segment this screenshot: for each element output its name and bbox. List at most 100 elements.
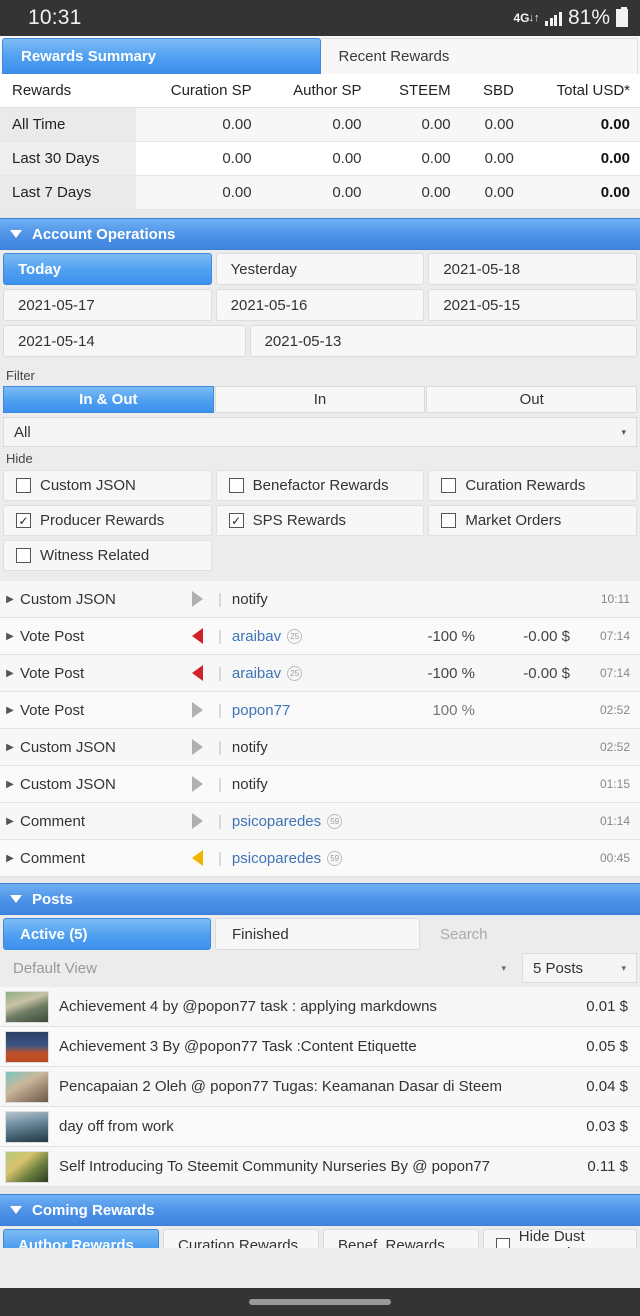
operation-type: Vote Post bbox=[20, 627, 85, 645]
posts-tab-active[interactable]: Active (5) bbox=[3, 918, 211, 950]
operation-row[interactable]: ▶ Custom JSON | notify 02:52 bbox=[0, 729, 640, 766]
hide-option-market-orders[interactable]: Market Orders bbox=[428, 505, 638, 536]
filter-segment-in-and-out[interactable]: In & Out bbox=[3, 386, 214, 413]
operation-row[interactable]: ▶ Custom JSON | notify 10:11 bbox=[0, 581, 640, 618]
post-row[interactable]: Pencapaian 2 Oleh @ popon77 Tugas: Keama… bbox=[0, 1067, 640, 1107]
date-chip-2021-05-15[interactable]: 2021-05-15 bbox=[428, 289, 638, 321]
filter-type-select[interactable]: All ▾ bbox=[3, 417, 637, 447]
coming-rewards-hide-dust-checkbox[interactable]: Hide Dust Rewards bbox=[483, 1228, 637, 1248]
reputation-badge: 59 bbox=[327, 813, 343, 829]
chevron-down-icon: ▾ bbox=[621, 962, 626, 973]
post-title: day off from work bbox=[59, 1118, 174, 1135]
operation-target[interactable]: notify bbox=[232, 739, 385, 756]
operation-target[interactable]: popon77 bbox=[232, 702, 385, 719]
expand-caret-icon[interactable]: ▶ bbox=[0, 668, 20, 679]
post-value: 0.11 $ bbox=[587, 1158, 628, 1175]
coming-rewards-chip-author[interactable]: Author Rewards bbox=[3, 1229, 159, 1248]
expand-caret-icon[interactable]: ▶ bbox=[0, 705, 20, 716]
post-row[interactable]: Achievement 4 by @popon77 task : applyin… bbox=[0, 987, 640, 1027]
operation-target-link[interactable]: psicoparedes bbox=[232, 813, 321, 830]
expand-caret-icon[interactable]: ▶ bbox=[0, 742, 20, 753]
expand-caret-icon[interactable]: ▶ bbox=[0, 779, 20, 790]
coming-rewards-chip-curation[interactable]: Curation Rewards bbox=[163, 1229, 319, 1248]
operation-time: 01:14 bbox=[599, 814, 630, 828]
operation-row[interactable]: ▶ Vote Post | araibav 25 -100 % -0.00 $ … bbox=[0, 655, 640, 692]
tab-recent-rewards[interactable]: Recent Rewards bbox=[320, 38, 638, 74]
operation-target[interactable]: notify bbox=[232, 591, 385, 608]
hide-options-row: Custom JSON Benefactor Rewards Curation … bbox=[3, 470, 638, 501]
tab-rewards-summary[interactable]: Rewards Summary bbox=[2, 38, 321, 74]
signal-strength-icon bbox=[545, 11, 562, 26]
cell-steem: 0.00 bbox=[371, 175, 461, 210]
operation-target-link[interactable]: popon77 bbox=[232, 702, 290, 719]
filter-segment-out[interactable]: Out bbox=[426, 386, 638, 413]
operation-type: Vote Post bbox=[20, 701, 85, 719]
col-header-curation-sp: Curation SP bbox=[136, 74, 262, 108]
date-chip-label: 2021-05-16 bbox=[230, 296, 308, 314]
expand-caret-icon[interactable]: ▶ bbox=[0, 594, 20, 605]
cell-curation-sp: 0.00 bbox=[136, 175, 262, 210]
operation-time: 07:14 bbox=[599, 666, 630, 680]
battery-icon bbox=[616, 7, 628, 27]
operation-target[interactable]: notify bbox=[232, 776, 385, 793]
operation-type: Custom JSON bbox=[20, 590, 116, 608]
post-row[interactable]: day off from work 0.03 $ bbox=[0, 1107, 640, 1147]
date-chip-2021-05-16[interactable]: 2021-05-16 bbox=[215, 289, 425, 321]
operation-target-label: notify bbox=[231, 775, 268, 793]
tab-recent-rewards-label: Recent Rewards bbox=[338, 48, 450, 65]
coming-rewards-title: Coming Rewards bbox=[32, 1201, 155, 1219]
date-chip-label: 2021-05-18 bbox=[443, 260, 521, 278]
hide-option-witness-related[interactable]: Witness Related bbox=[3, 540, 212, 571]
operation-target-link[interactable]: araibav bbox=[232, 628, 281, 645]
expand-caret-icon[interactable]: ▶ bbox=[0, 853, 20, 864]
operation-target[interactable]: araibav 25 bbox=[232, 628, 385, 645]
table-row: Last 30 Days 0.00 0.00 0.00 0.00 0.00 bbox=[0, 141, 640, 176]
hide-option-producer-rewards[interactable]: ✓ Producer Rewards bbox=[3, 505, 212, 536]
direction-neutral-icon bbox=[180, 702, 214, 718]
coming-rewards-chip-benef[interactable]: Benef. Rewards bbox=[323, 1229, 479, 1248]
hide-option-curation-rewards[interactable]: Curation Rewards bbox=[428, 470, 638, 501]
post-row[interactable]: Achievement 3 By @popon77 Task :Content … bbox=[0, 1027, 640, 1067]
cell-curation-sp: 0.00 bbox=[136, 141, 262, 176]
operation-target[interactable]: psicoparedes 59 bbox=[232, 850, 385, 867]
expand-caret-icon[interactable]: ▶ bbox=[0, 631, 20, 642]
operation-row[interactable]: ▶ Vote Post | araibav 25 -100 % -0.00 $ … bbox=[0, 618, 640, 655]
operation-time: 10:11 bbox=[600, 592, 630, 606]
posts-search-input[interactable]: Search bbox=[424, 918, 637, 950]
post-title: Self Introducing To Steemit Community Nu… bbox=[59, 1158, 490, 1175]
operation-target-link[interactable]: araibav bbox=[232, 665, 281, 682]
date-chip-yesterday[interactable]: Yesterday bbox=[215, 253, 425, 285]
post-thumbnail bbox=[5, 990, 49, 1023]
post-thumbnail bbox=[5, 1070, 49, 1103]
date-chip-2021-05-14[interactable]: 2021-05-14 bbox=[3, 325, 246, 357]
posts-header[interactable]: Posts bbox=[0, 883, 640, 915]
operation-time: 07:14 bbox=[599, 629, 630, 643]
operation-row[interactable]: ▶ Comment | psicoparedes 59 00:45 bbox=[0, 840, 640, 877]
operation-row[interactable]: ▶ Custom JSON | notify 01:15 bbox=[0, 766, 640, 803]
posts-view-select[interactable]: Default View ▾ bbox=[3, 953, 516, 983]
date-chip-2021-05-17[interactable]: 2021-05-17 bbox=[3, 289, 212, 321]
date-chip-2021-05-13[interactable]: 2021-05-13 bbox=[249, 325, 637, 357]
date-chip-today[interactable]: Today bbox=[3, 253, 212, 285]
hide-option-spacer bbox=[216, 540, 425, 571]
coming-rewards-header[interactable]: Coming Rewards bbox=[0, 1194, 640, 1226]
posts-count-select[interactable]: 5 Posts ▾ bbox=[522, 953, 637, 983]
posts-tab-group: Active (5) Finished Search bbox=[0, 915, 640, 953]
hide-option-custom-json[interactable]: Custom JSON bbox=[3, 470, 212, 501]
expand-caret-icon[interactable]: ▶ bbox=[0, 816, 20, 827]
operation-target[interactable]: psicoparedes 59 bbox=[232, 813, 385, 830]
home-gesture-pill[interactable] bbox=[249, 1299, 391, 1305]
system-navigation-bar bbox=[0, 1288, 640, 1316]
filter-segment-in[interactable]: In bbox=[214, 386, 426, 413]
hide-option-benefactor-rewards[interactable]: Benefactor Rewards bbox=[215, 470, 425, 501]
operation-target-link[interactable]: psicoparedes bbox=[232, 850, 321, 867]
post-row[interactable]: Self Introducing To Steemit Community Nu… bbox=[0, 1147, 640, 1187]
operation-target[interactable]: araibav 25 bbox=[232, 665, 385, 682]
hide-option-sps-rewards[interactable]: ✓ SPS Rewards bbox=[215, 505, 425, 536]
date-chip-2021-05-18[interactable]: 2021-05-18 bbox=[428, 253, 638, 285]
operation-row[interactable]: ▶ Comment | psicoparedes 59 01:14 bbox=[0, 803, 640, 840]
posts-tab-finished[interactable]: Finished bbox=[215, 918, 420, 950]
operation-row[interactable]: ▶ Vote Post | popon77 100 % 02:52 bbox=[0, 692, 640, 729]
date-chip-label: Today bbox=[18, 260, 62, 278]
account-operations-header[interactable]: Account Operations bbox=[0, 218, 640, 250]
